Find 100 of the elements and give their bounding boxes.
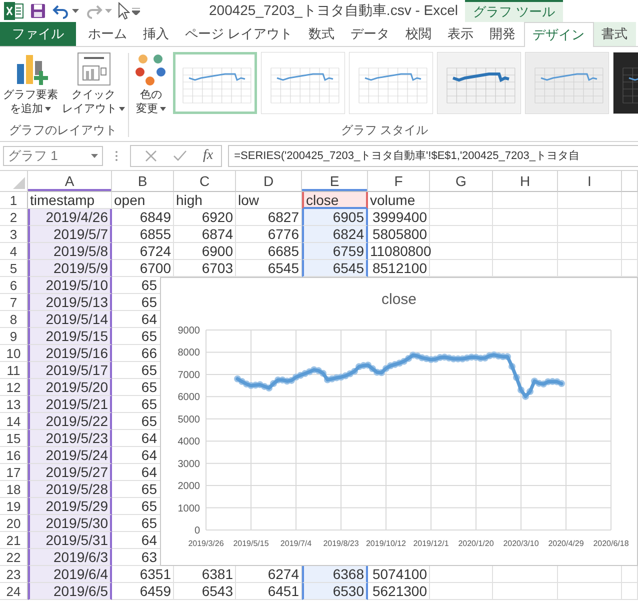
empty-cell[interactable]	[493, 243, 558, 260]
column-header[interactable]: H	[493, 171, 558, 192]
column-header[interactable]: A	[28, 171, 112, 192]
table-cell: 2019/6/5	[28, 583, 112, 600]
axis-label: 2020/6/18	[593, 539, 629, 548]
column-header[interactable]: F	[368, 171, 430, 192]
table-cell: 2019/5/22	[28, 413, 112, 430]
redo-icon[interactable]	[85, 3, 103, 19]
table-cell: 2019/5/10	[28, 277, 112, 294]
table-cell: close	[302, 192, 368, 209]
empty-cell[interactable]	[493, 226, 558, 243]
empty-cell[interactable]	[430, 583, 493, 600]
table-cell: 6543	[174, 583, 236, 600]
ribbon-tab[interactable]: 開発	[482, 22, 524, 46]
axis-label: 2020/3/10	[503, 539, 539, 548]
column-header[interactable]	[622, 171, 638, 192]
table-cell: 6874	[174, 226, 236, 243]
empty-cell[interactable]	[430, 192, 493, 209]
table-cell: 6905	[302, 209, 368, 226]
ribbon-tab[interactable]: ファイル	[0, 22, 76, 46]
empty-cell[interactable]	[622, 209, 638, 226]
axis-label: 2019/10/12	[366, 539, 406, 548]
ribbon-tab[interactable]: デザイン	[524, 22, 594, 47]
table-cell: 2019/5/28	[28, 481, 112, 498]
caret-icon	[45, 107, 51, 111]
empty-cell[interactable]	[430, 209, 493, 226]
context-tab-header: グラフ ツール	[465, 0, 563, 22]
ribbon-tab[interactable]: 数式	[300, 22, 343, 46]
empty-cell[interactable]	[622, 226, 638, 243]
ribbon-tab[interactable]: 書式	[594, 22, 636, 46]
empty-cell[interactable]	[493, 192, 558, 209]
empty-cell[interactable]	[622, 243, 638, 260]
table-cell: 2019/5/20	[28, 379, 112, 396]
axis-label: 2019/8/23	[323, 539, 359, 548]
row-header[interactable]: 1	[0, 192, 28, 209]
column-header[interactable]: E	[302, 171, 368, 192]
save-icon[interactable]	[30, 3, 46, 19]
axis-label: 9000	[178, 326, 200, 336]
table-cell: 6920	[174, 209, 236, 226]
column-header[interactable]: I	[558, 171, 622, 192]
table-cell: 2019/5/13	[28, 294, 112, 311]
empty-cell[interactable]	[558, 243, 622, 260]
table-cell: 2019/5/27	[28, 464, 112, 481]
chart-style-thumbnail[interactable]	[261, 52, 345, 114]
table-cell: 2019/5/14	[28, 311, 112, 328]
empty-cell[interactable]	[558, 192, 622, 209]
pointer-icon[interactable]	[118, 2, 130, 20]
axis-label: 2019/5/15	[233, 539, 269, 548]
undo-icon[interactable]	[52, 3, 70, 19]
add-chart-element-button[interactable]: グラフ要素 を追加	[2, 52, 59, 116]
formula-field[interactable]: =SERIES('200425_7203_トヨタ自動車'!$E$1,'200425_7203_トヨタ自	[228, 145, 638, 167]
change-colors-button[interactable]: 色の 変更	[133, 52, 169, 116]
table-cell: 5805800	[368, 226, 430, 243]
column-header[interactable]: B	[112, 171, 174, 192]
ribbon-tab[interactable]: 挿入	[135, 22, 177, 46]
table-cell: 6724	[112, 243, 174, 260]
column-header[interactable]: D	[236, 171, 302, 192]
table-cell: 3999400	[368, 209, 430, 226]
table-cell: 6530	[302, 583, 368, 600]
chart-style-thumbnail[interactable]	[437, 52, 521, 114]
cancel-icon[interactable]	[145, 150, 157, 162]
ribbon-tab[interactable]: 表示	[440, 22, 482, 46]
caret-icon[interactable]	[72, 9, 79, 13]
group-label: グラフ スタイル	[340, 122, 430, 139]
check-icon[interactable]	[173, 150, 187, 162]
table-cell: 6545	[302, 260, 368, 277]
table-cell: 6368	[302, 566, 368, 583]
ribbon-tab[interactable]: 校閲	[398, 22, 440, 46]
empty-cell[interactable]	[430, 243, 493, 260]
customize-caret-icon[interactable]	[132, 8, 140, 14]
table-cell: 2019/5/31	[28, 532, 112, 549]
caret-icon	[160, 107, 166, 111]
ribbon-tab[interactable]: データ	[342, 22, 398, 46]
empty-cell[interactable]	[622, 583, 638, 600]
insert-function-button[interactable]: fx	[203, 148, 214, 164]
axis-label: 3000	[178, 458, 200, 470]
select-all-icon[interactable]	[13, 177, 25, 189]
chart-style-thumbnail[interactable]	[349, 52, 433, 114]
empty-cell[interactable]	[558, 583, 622, 600]
column-header[interactable]: C	[174, 171, 236, 192]
empty-cell[interactable]	[493, 209, 558, 226]
name-box[interactable]: グラフ 1	[3, 146, 103, 166]
ribbon-tab[interactable]: ホーム	[80, 22, 135, 46]
empty-cell[interactable]	[430, 226, 493, 243]
ribbon-tab[interactable]: ページ レイアウト	[177, 22, 301, 46]
empty-cell[interactable]	[622, 192, 638, 209]
chart-style-thumbnail[interactable]	[525, 52, 609, 114]
empty-cell[interactable]	[558, 209, 622, 226]
axis-label: 2019/12/1	[413, 539, 449, 548]
table-cell: 2019/6/3	[28, 549, 112, 566]
table-cell: 2019/5/23	[28, 430, 112, 447]
empty-cell[interactable]	[558, 226, 622, 243]
column-header[interactable]: G	[430, 171, 493, 192]
chart-style-thumbnail[interactable]	[173, 52, 257, 114]
empty-cell[interactable]	[493, 583, 558, 600]
axis-label: 8000	[178, 348, 200, 359]
table-cell: 2019/5/24	[28, 447, 112, 464]
quick-layout-button[interactable]: クイック レイアウト	[61, 52, 126, 116]
table-cell: open	[112, 192, 174, 209]
table-cell: 2019/5/29	[28, 498, 112, 515]
